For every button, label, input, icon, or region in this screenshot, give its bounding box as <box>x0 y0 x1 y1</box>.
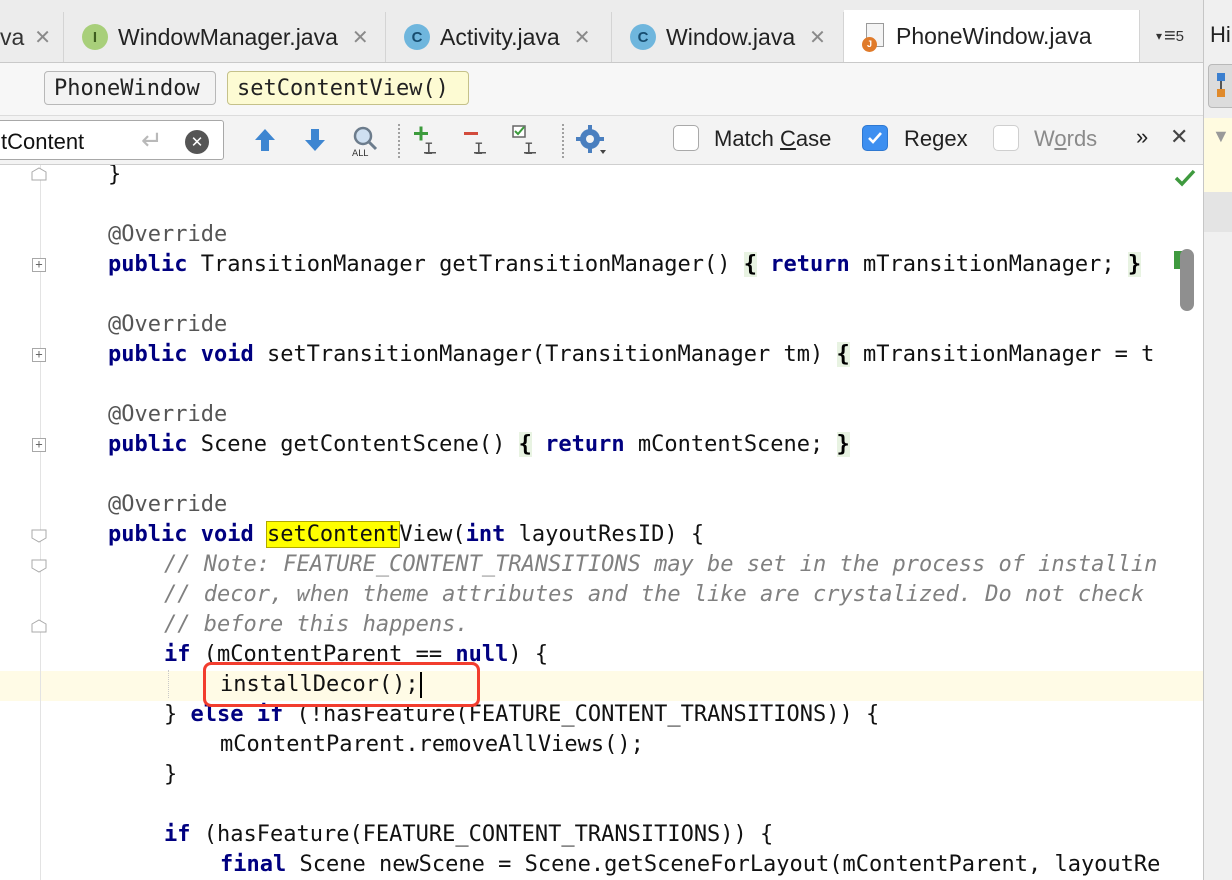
enter-icon: ↵ <box>141 125 163 155</box>
close-icon[interactable]: ✕ <box>809 25 826 50</box>
svg-text:I: I <box>424 139 434 157</box>
tab-label: WindowManager.java <box>118 23 338 50</box>
toolbar-separator <box>398 124 400 158</box>
code-line: mContentParent.removeAllViews(); <box>220 732 644 757</box>
panel-row[interactable] <box>1204 192 1232 232</box>
code-line: public void setContentView(int layoutRes… <box>108 521 705 548</box>
words-checkbox[interactable] <box>993 125 1019 151</box>
dropdown-icon: ▾ <box>1155 29 1162 43</box>
code-comment: // decor, when theme attributes and the … <box>164 582 1145 607</box>
code-line: @Override <box>108 222 228 247</box>
next-occurrence-icon[interactable] <box>298 123 332 157</box>
more-options-icon[interactable]: » <box>1136 124 1148 150</box>
code-line: public Scene getContentScene() { return … <box>108 432 850 457</box>
find-bar: tContent ↵ ✕ ALL I I I Match Case Regex … <box>0 116 1203 165</box>
breadcrumb-class[interactable]: PhoneWindow <box>44 71 216 105</box>
class-icon: C <box>404 24 430 50</box>
expand-triangle-icon[interactable]: ▼ <box>1212 126 1230 147</box>
code-line: } <box>164 762 178 787</box>
fold-end-icon[interactable] <box>31 619 47 633</box>
class-icon: C <box>630 24 656 50</box>
gear-icon[interactable] <box>574 123 608 157</box>
hierarchy-side-panel: Hi ▼ <box>1203 0 1232 880</box>
fold-end-icon[interactable] <box>31 167 47 181</box>
fold-expand-icon[interactable]: + <box>32 258 46 272</box>
caret-row-highlight <box>0 671 1203 701</box>
tab-previous-file[interactable]: va ✕ <box>0 12 64 62</box>
code-comment: // Note: FEATURE_CONTENT_TRANSITIONS may… <box>164 552 1158 577</box>
code-line: } <box>108 165 122 187</box>
close-icon[interactable]: ✕ <box>574 25 591 50</box>
code-comment: // before this happens. <box>164 612 469 637</box>
match-case-checkbox[interactable] <box>673 125 699 151</box>
tab-windowmanager[interactable]: I WindowManager.java ✕ <box>64 12 386 62</box>
java-file-icon: J <box>862 22 884 52</box>
checkmark-icon <box>868 132 882 144</box>
clear-icon[interactable]: ✕ <box>185 130 209 154</box>
tab-activity[interactable]: C Activity.java ✕ <box>386 12 612 62</box>
fold-expand-icon[interactable]: + <box>32 348 46 362</box>
add-occurrence-icon[interactable]: I <box>410 123 444 157</box>
code-line: @Override <box>108 402 228 427</box>
tab-label: Window.java <box>666 23 796 50</box>
code-line: public TransitionManager getTransitionMa… <box>108 252 1142 277</box>
tab-overflow-button[interactable]: ▾ ≡ 5 <box>1140 18 1200 54</box>
toolbar-separator <box>562 124 564 158</box>
indent-guide <box>168 670 169 698</box>
svg-text:I: I <box>524 139 534 157</box>
code-line: @Override <box>108 492 228 517</box>
svg-text:ALL: ALL <box>352 149 368 157</box>
list-icon: ≡ <box>1164 24 1176 47</box>
fold-collapse-icon[interactable] <box>31 559 47 573</box>
words-label: Words <box>1034 126 1098 151</box>
annotation-highlight-box <box>203 662 480 707</box>
hierarchy-icon <box>1217 73 1225 97</box>
code-line: public void setTransitionManager(Transit… <box>108 342 1155 367</box>
match-case-label: Match Case <box>714 126 832 151</box>
code-line: final Scene newScene = Scene.getSceneFor… <box>220 852 1161 877</box>
search-query: tContent <box>1 129 85 154</box>
tab-label: va <box>0 23 25 50</box>
svg-text:I: I <box>474 139 484 157</box>
code-editor[interactable]: + + + } @Override public TransitionManag… <box>0 165 1203 880</box>
panel-title: Hi <box>1210 22 1231 47</box>
tab-overflow-count: 5 <box>1175 27 1185 45</box>
close-icon[interactable]: ✕ <box>34 25 51 50</box>
code-line: @Override <box>108 312 228 337</box>
gutter-divider <box>40 165 41 880</box>
tab-phonewindow[interactable]: J PhoneWindow.java <box>844 10 1140 62</box>
tab-label: Activity.java <box>440 23 560 50</box>
remove-occurrence-icon[interactable]: I <box>460 123 494 157</box>
close-icon[interactable]: ✕ <box>1170 124 1188 150</box>
regex-label: Regex <box>904 126 968 151</box>
regex-checkbox[interactable] <box>862 125 888 151</box>
search-input[interactable]: tContent ↵ ✕ <box>0 120 224 160</box>
search-match-highlight: setContent <box>265 521 401 548</box>
tab-label: PhoneWindow.java <box>896 23 1092 49</box>
previous-occurrence-icon[interactable] <box>248 123 282 157</box>
interface-icon: I <box>82 24 108 50</box>
close-icon[interactable]: ✕ <box>352 25 369 50</box>
panel-tool-button[interactable] <box>1208 64 1232 108</box>
fold-expand-icon[interactable]: + <box>32 438 46 452</box>
editor-tab-bar: va ✕ I WindowManager.java ✕ C Activity.j… <box>0 0 1203 63</box>
tab-window[interactable]: C Window.java ✕ <box>612 12 844 62</box>
scrollbar-thumb[interactable] <box>1180 249 1194 311</box>
find-all-icon[interactable]: ALL <box>348 123 382 157</box>
inspection-ok-icon[interactable] <box>1172 165 1198 191</box>
fold-collapse-icon[interactable] <box>31 529 47 543</box>
code-line: if (hasFeature(FEATURE_CONTENT_TRANSITIO… <box>164 822 774 847</box>
breadcrumb-method[interactable]: setContentView() <box>227 71 469 105</box>
select-all-occurrences-icon[interactable]: I <box>510 123 544 157</box>
breadcrumb: PhoneWindow setContentView() <box>0 63 1203 116</box>
